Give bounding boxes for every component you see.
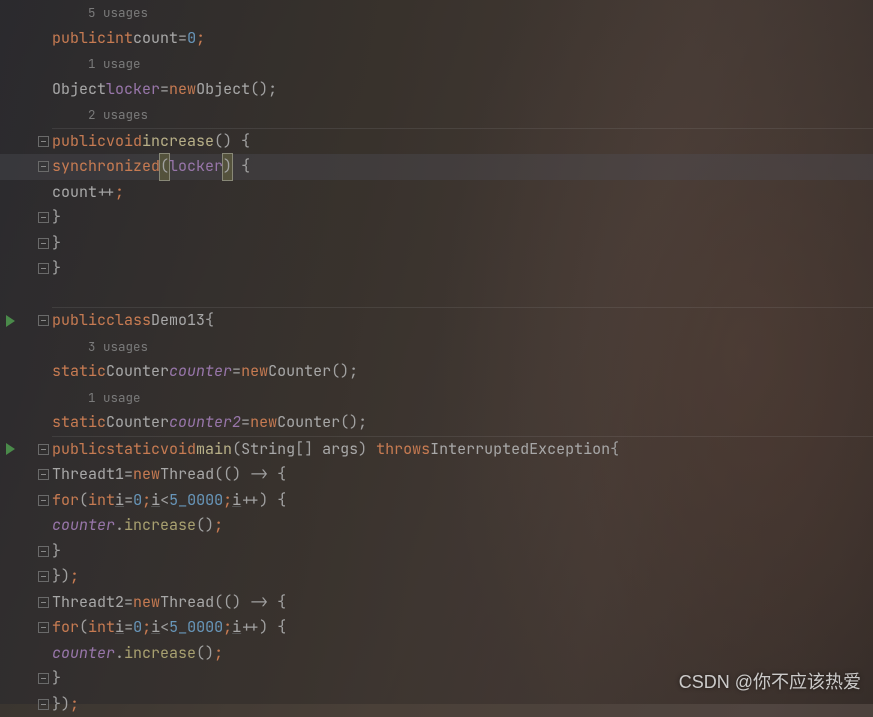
code-line[interactable]: } bbox=[0, 231, 873, 257]
fold-icon[interactable] bbox=[38, 699, 49, 710]
code-line[interactable]: static Counter counter2 = new Counter(); bbox=[0, 410, 873, 436]
usage-hint: 3 usages bbox=[88, 338, 148, 355]
fold-icon[interactable] bbox=[38, 571, 49, 582]
fold-icon[interactable] bbox=[38, 161, 49, 172]
code-line[interactable]: }); bbox=[0, 564, 873, 590]
fold-icon[interactable] bbox=[38, 673, 49, 684]
fold-icon[interactable] bbox=[38, 238, 49, 249]
blank-line[interactable] bbox=[0, 282, 873, 308]
code-line[interactable]: public void increase() { bbox=[0, 129, 873, 155]
fold-icon[interactable] bbox=[38, 212, 49, 223]
fold-icon[interactable] bbox=[38, 622, 49, 633]
run-gutter-icon[interactable] bbox=[6, 443, 15, 455]
code-line[interactable]: Object locker = new Object(); bbox=[0, 77, 873, 103]
code-line[interactable]: count++; bbox=[0, 180, 873, 206]
code-line[interactable]: } bbox=[0, 256, 873, 282]
code-line[interactable]: Thread t2 = new Thread(() -> { bbox=[0, 590, 873, 616]
fold-icon[interactable] bbox=[38, 495, 49, 506]
usage-hint: 5 usages bbox=[88, 4, 148, 21]
fold-icon[interactable] bbox=[38, 136, 49, 147]
code-line[interactable]: public int count = 0; bbox=[0, 26, 873, 52]
fold-icon[interactable] bbox=[38, 444, 49, 455]
usage-hint: 2 usages bbox=[88, 106, 148, 123]
fold-icon[interactable] bbox=[38, 469, 49, 480]
code-line[interactable]: public static void main(String[] args) t… bbox=[0, 437, 873, 463]
code-line[interactable]: counter.increase(); bbox=[0, 513, 873, 539]
code-line[interactable]: counter.increase(); bbox=[0, 641, 873, 667]
code-line[interactable]: Thread t1 = new Thread(() -> { bbox=[0, 462, 873, 488]
fold-icon[interactable] bbox=[38, 263, 49, 274]
code-line[interactable]: public class Demo13 { bbox=[0, 308, 873, 334]
usage-hint: 1 usage bbox=[88, 55, 141, 72]
usage-hint: 1 usage bbox=[88, 389, 141, 406]
watermark: CSDN @你不应该热爱 bbox=[679, 668, 861, 694]
fold-icon[interactable] bbox=[38, 597, 49, 608]
run-gutter-icon[interactable] bbox=[6, 315, 15, 327]
code-line[interactable]: }); bbox=[0, 692, 873, 717]
code-line[interactable]: } bbox=[0, 205, 873, 231]
fold-icon[interactable] bbox=[38, 315, 49, 326]
code-line[interactable]: for (int i = 0; i < 5_0000; i++) { bbox=[0, 488, 873, 514]
fold-icon[interactable] bbox=[38, 546, 49, 557]
code-line-active[interactable]: synchronized (locker) { bbox=[0, 154, 873, 180]
code-line[interactable]: } bbox=[0, 539, 873, 565]
code-line[interactable]: for (int i = 0; i < 5_0000; i++) { bbox=[0, 615, 873, 641]
code-editor[interactable]: 5 usages public int count = 0; 1 usage O… bbox=[0, 0, 873, 717]
code-line[interactable]: static Counter counter = new Counter(); bbox=[0, 359, 873, 385]
